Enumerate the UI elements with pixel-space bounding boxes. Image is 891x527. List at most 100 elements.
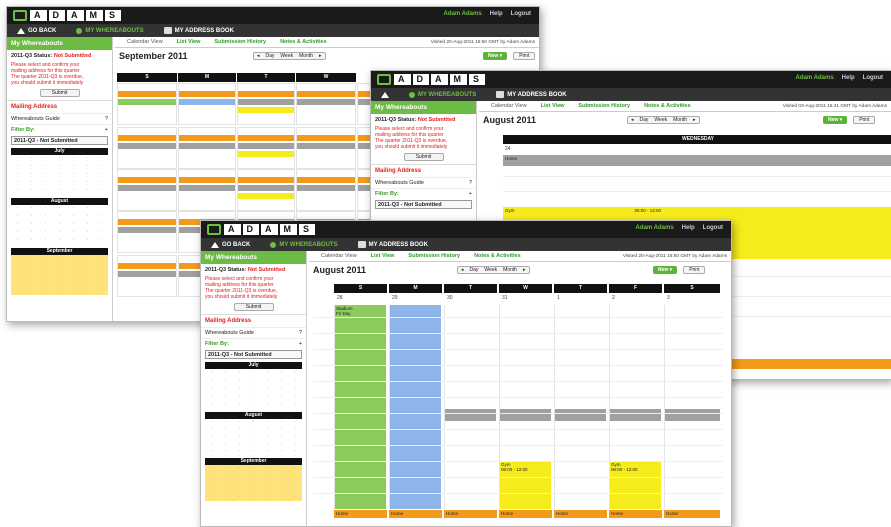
- event-home[interactable]: [179, 177, 235, 183]
- next-icon[interactable]: ▸: [523, 267, 526, 273]
- mini-day[interactable]: ·: [11, 263, 25, 271]
- mini-day[interactable]: ·: [247, 487, 261, 494]
- mini-day[interactable]: ·: [39, 187, 53, 195]
- event-home[interactable]: [118, 177, 176, 183]
- event-home[interactable]: Home: [503, 155, 891, 166]
- event-blue[interactable]: [389, 305, 441, 509]
- event-chip[interactable]: [118, 227, 176, 233]
- mini-day[interactable]: ·: [66, 221, 80, 229]
- mini-day[interactable]: ·: [80, 263, 94, 271]
- mini-day[interactable]: ·: [260, 441, 274, 448]
- mini-day[interactable]: ·: [53, 205, 67, 213]
- day-button[interactable]: Day: [470, 267, 479, 273]
- event-home[interactable]: Home: [389, 510, 442, 518]
- mini-day[interactable]: ·: [233, 479, 247, 486]
- mini-day[interactable]: ·: [25, 221, 39, 229]
- mini-day[interactable]: ·: [205, 487, 219, 494]
- event-home[interactable]: [297, 91, 355, 97]
- mini-day[interactable]: ·: [53, 255, 67, 263]
- mini-day[interactable]: ·: [80, 205, 94, 213]
- mini-day[interactable]: ·: [233, 494, 247, 501]
- mini-day[interactable]: ·: [53, 179, 67, 187]
- mini-day[interactable]: ·: [53, 263, 67, 271]
- event-gray[interactable]: [609, 409, 661, 421]
- whereabouts-guide-link[interactable]: Whereabouts Guide?: [371, 177, 476, 188]
- mini-day[interactable]: ·: [233, 433, 247, 440]
- quarter-filter-select[interactable]: 2011-Q3 - Not Submitted: [375, 200, 472, 209]
- mini-day[interactable]: ·: [274, 465, 288, 472]
- mini-day[interactable]: ·: [219, 369, 233, 377]
- mini-day[interactable]: ·: [94, 263, 108, 271]
- mini-day[interactable]: ·: [274, 433, 288, 440]
- mini-day[interactable]: ·: [11, 229, 25, 237]
- mini-day[interactable]: ·: [260, 419, 274, 426]
- mini-day[interactable]: ·: [80, 221, 94, 229]
- nav-my-whereabouts[interactable]: MY WHEREABOUTS: [260, 238, 347, 251]
- mini-day[interactable]: ·: [39, 237, 53, 245]
- mini-day[interactable]: ·: [233, 472, 247, 479]
- mini-day[interactable]: ·: [80, 155, 94, 163]
- mini-day[interactable]: ·: [39, 171, 53, 179]
- user-name-link[interactable]: Adam Adams: [796, 75, 834, 81]
- mini-day[interactable]: ·: [66, 271, 80, 279]
- whereabouts-guide-link[interactable]: Whereabouts Guide?: [7, 113, 112, 124]
- mini-day[interactable]: ·: [11, 213, 25, 221]
- mini-day[interactable]: ·: [205, 448, 219, 455]
- mini-day[interactable]: ·: [39, 287, 53, 295]
- mini-day[interactable]: ·: [80, 237, 94, 245]
- mini-day[interactable]: ·: [53, 213, 67, 221]
- mini-day[interactable]: ·: [80, 171, 94, 179]
- mini-day[interactable]: ·: [288, 385, 302, 393]
- mini-day[interactable]: ·: [80, 213, 94, 221]
- mini-day[interactable]: ·: [25, 287, 39, 295]
- mini-day[interactable]: ·: [233, 401, 247, 409]
- mini-day[interactable]: ·: [94, 229, 108, 237]
- print-button[interactable]: Print: [513, 52, 536, 60]
- mini-day[interactable]: ·: [233, 441, 247, 448]
- mini-day[interactable]: ·: [66, 237, 80, 245]
- mini-day[interactable]: ·: [288, 393, 302, 401]
- mini-day[interactable]: ·: [25, 171, 39, 179]
- mini-day[interactable]: ·: [247, 433, 261, 440]
- event-chip[interactable]: [118, 143, 176, 149]
- mini-day[interactable]: ·: [219, 487, 233, 494]
- day-button[interactable]: Day: [640, 117, 649, 123]
- event-home[interactable]: [179, 135, 235, 141]
- tab-submission-history[interactable]: Submission History: [214, 39, 266, 45]
- mini-day[interactable]: ·: [66, 187, 80, 195]
- quarter-filter-select[interactable]: 2011-Q3 - Not Submitted: [205, 350, 302, 359]
- mini-day[interactable]: ·: [53, 279, 67, 287]
- mini-day[interactable]: ·: [274, 426, 288, 433]
- event-gym[interactable]: Gym 06:00 - 12:00: [499, 461, 551, 509]
- month-button[interactable]: Month: [299, 53, 313, 59]
- event-home[interactable]: Home: [664, 510, 720, 518]
- mini-day[interactable]: ·: [205, 465, 219, 472]
- mini-day[interactable]: ·: [219, 479, 233, 486]
- mini-day[interactable]: ·: [94, 171, 108, 179]
- mini-calendar-grid[interactable]: · · · · · · · · · · · · · · · · · · · · · · · · · · · · · · · · · · ·: [11, 255, 108, 295]
- quarter-filter-select[interactable]: 2011-Q3 - Not Submitted: [11, 136, 108, 145]
- mini-day[interactable]: ·: [274, 472, 288, 479]
- mini-day[interactable]: ·: [288, 441, 302, 448]
- mini-day[interactable]: ·: [247, 393, 261, 401]
- mini-day[interactable]: ·: [274, 419, 288, 426]
- mini-day[interactable]: ·: [247, 369, 261, 377]
- mini-day[interactable]: ·: [39, 229, 53, 237]
- mini-day[interactable]: ·: [233, 448, 247, 455]
- mini-day[interactable]: ·: [247, 494, 261, 501]
- mini-day[interactable]: ·: [80, 187, 94, 195]
- mini-day[interactable]: ·: [11, 205, 25, 213]
- mini-day[interactable]: ·: [39, 263, 53, 271]
- mini-day[interactable]: ·: [80, 179, 94, 187]
- next-icon[interactable]: ▸: [693, 117, 696, 123]
- mini-day[interactable]: ·: [94, 279, 108, 287]
- mini-day[interactable]: ·: [205, 419, 219, 426]
- mini-day[interactable]: ·: [66, 155, 80, 163]
- event-gym[interactable]: [238, 193, 294, 199]
- mini-day[interactable]: ·: [288, 377, 302, 385]
- mini-day[interactable]: ·: [233, 426, 247, 433]
- event-chip[interactable]: [179, 185, 235, 191]
- event-home[interactable]: [179, 91, 235, 97]
- mini-day[interactable]: ·: [288, 472, 302, 479]
- tab-list-view[interactable]: List View: [541, 103, 565, 109]
